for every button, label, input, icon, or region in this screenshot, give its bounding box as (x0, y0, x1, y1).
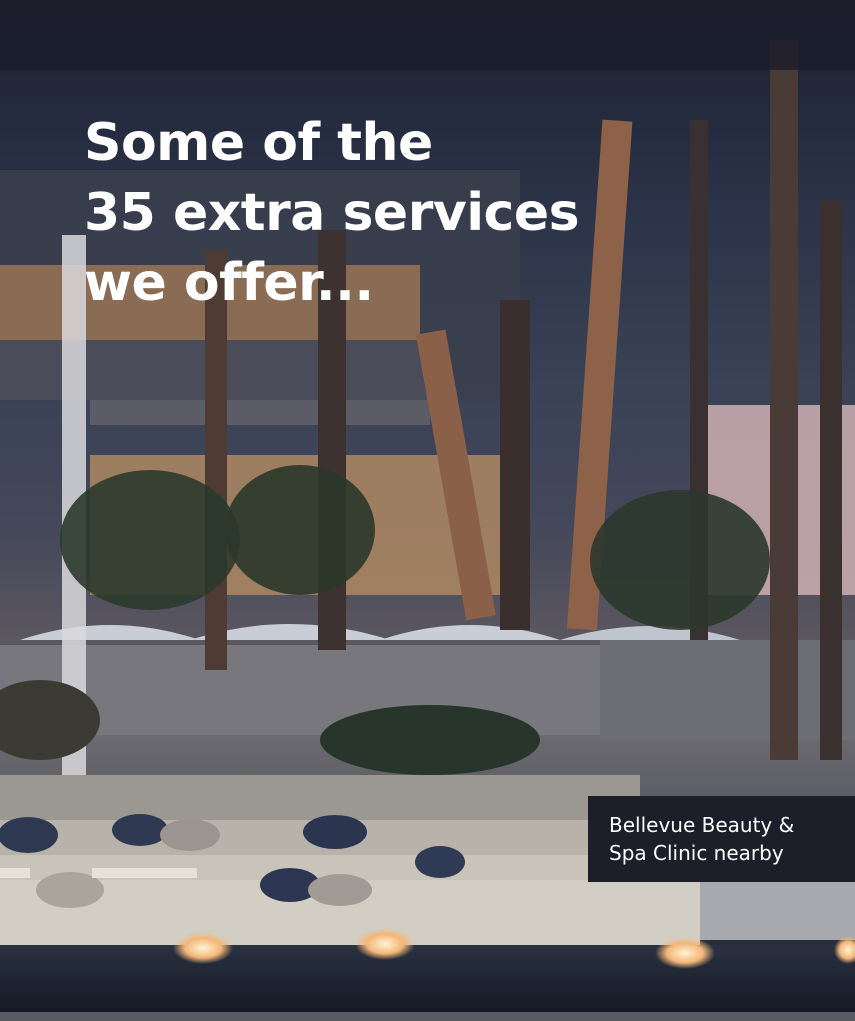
caption-line-1: Bellevue Beauty & (609, 813, 795, 837)
photo-caption: Bellevue Beauty & Spa Clinic nearby (588, 796, 855, 882)
hero-banner: Some of the 35 extra services we offer..… (0, 0, 855, 1021)
page-headline: Some of the 35 extra services we offer..… (84, 108, 644, 318)
headline-line-3: we offer... (84, 253, 374, 313)
caption-line-2: Spa Clinic nearby (609, 841, 784, 865)
headline-line-1: Some of the (84, 113, 433, 173)
headline-line-2: 35 extra services (84, 183, 580, 243)
